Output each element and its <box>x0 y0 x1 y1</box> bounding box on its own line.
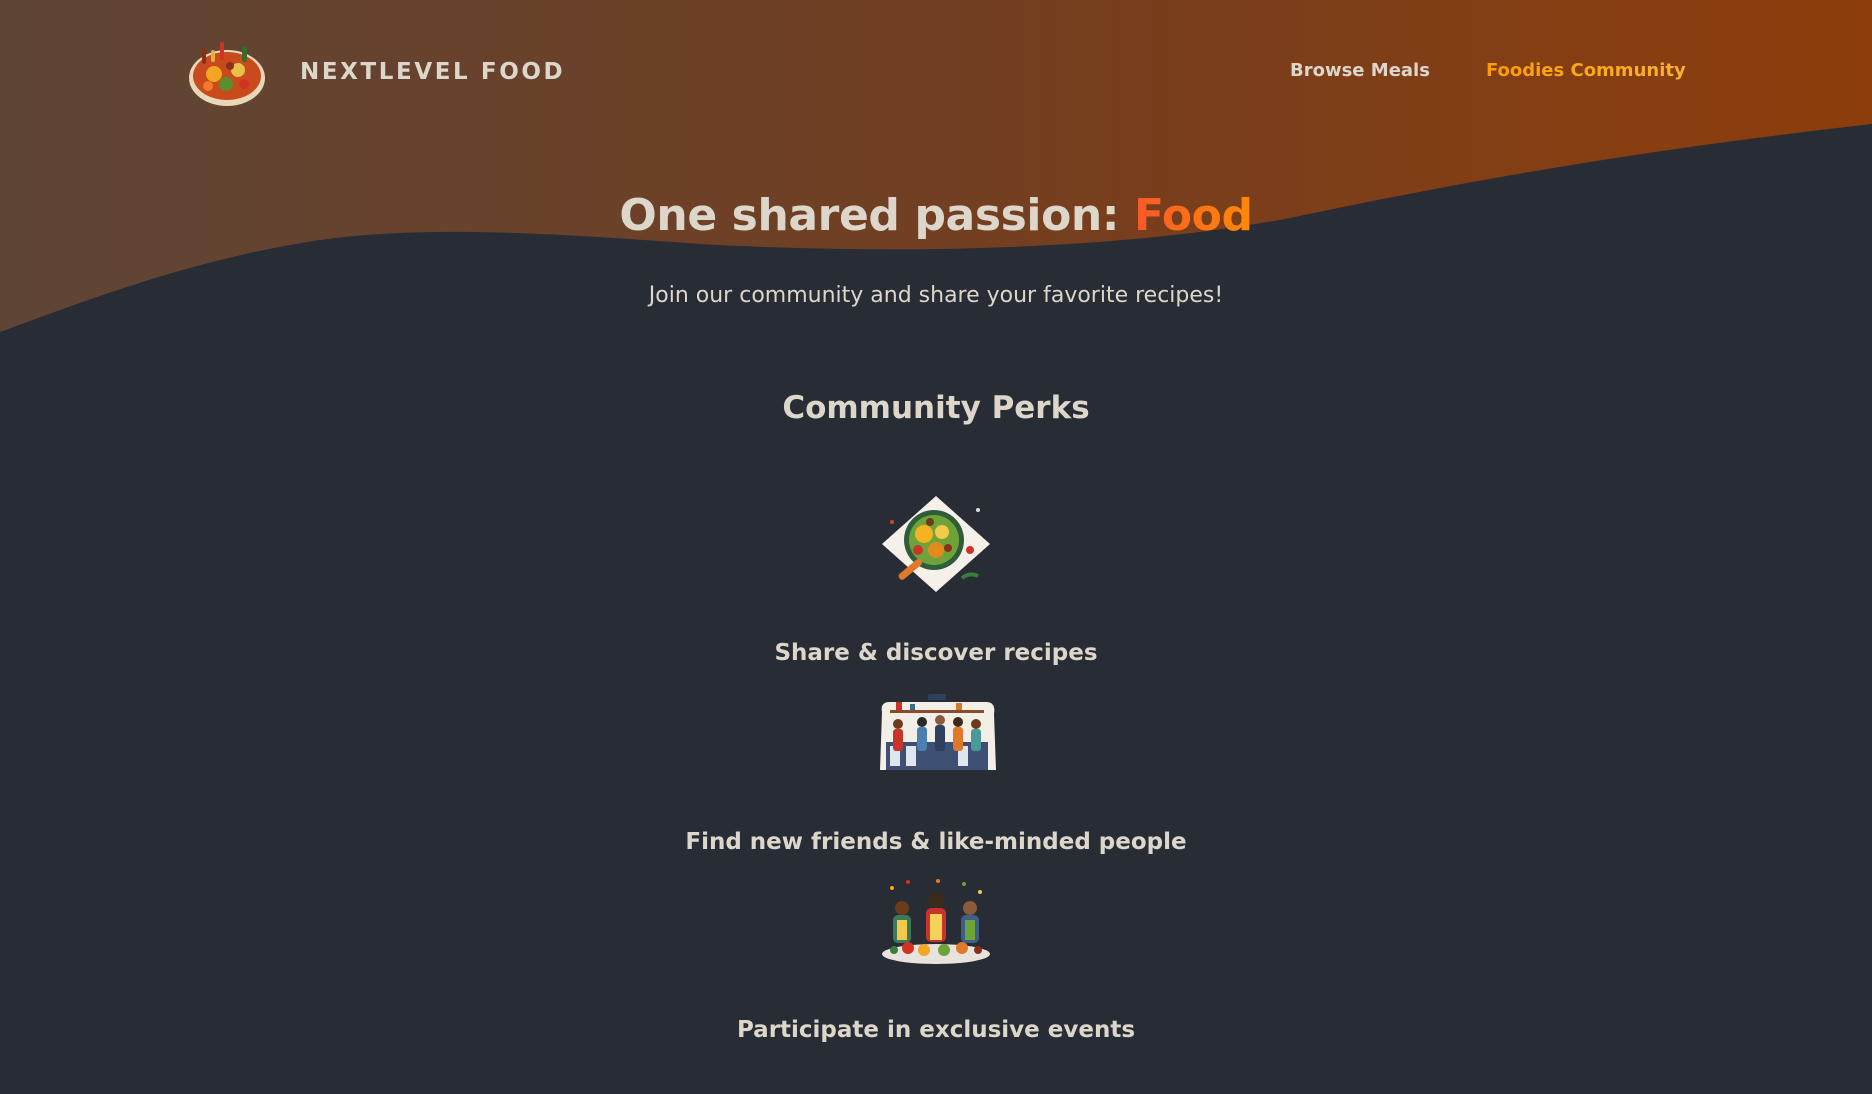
site-header: NEXTLEVEL FOOD Browse Meals Foodies Comm… <box>0 0 1872 146</box>
nav-browse-meals[interactable]: Browse Meals <box>1290 60 1430 81</box>
nav-foodies-community[interactable]: Foodies Community <box>1486 60 1686 81</box>
perks-title: Community Perks <box>782 390 1090 426</box>
brand-name: NEXTLEVEL FOOD <box>300 59 566 85</box>
hero-title-highlight: Food <box>1133 190 1253 241</box>
main-nav: Browse Meals Foodies Community <box>1290 60 1686 81</box>
hero-subtitle: Join our community and share your favori… <box>648 283 1224 308</box>
hero-title: One shared passion: Food <box>0 190 1872 241</box>
perk-label-find-friends: Find new friends & like-minded people <box>685 829 1187 855</box>
meal-plate-icon <box>882 496 990 592</box>
nav-spacer <box>1430 60 1486 81</box>
page: NEXTLEVEL FOOD Browse Meals Foodies Comm… <box>0 0 1872 1094</box>
food-platter-icon <box>189 42 265 106</box>
perk-label-exclusive-events: Participate in exclusive events <box>736 1017 1136 1043</box>
cooking-event-icon <box>882 879 990 964</box>
community-kitchen-icon <box>880 694 996 770</box>
perk-label-share-recipes: Share & discover recipes <box>774 640 1098 666</box>
home-logo-link[interactable]: NEXTLEVEL FOOD <box>186 34 565 110</box>
hero-title-prefix: One shared passion: <box>619 190 1134 241</box>
